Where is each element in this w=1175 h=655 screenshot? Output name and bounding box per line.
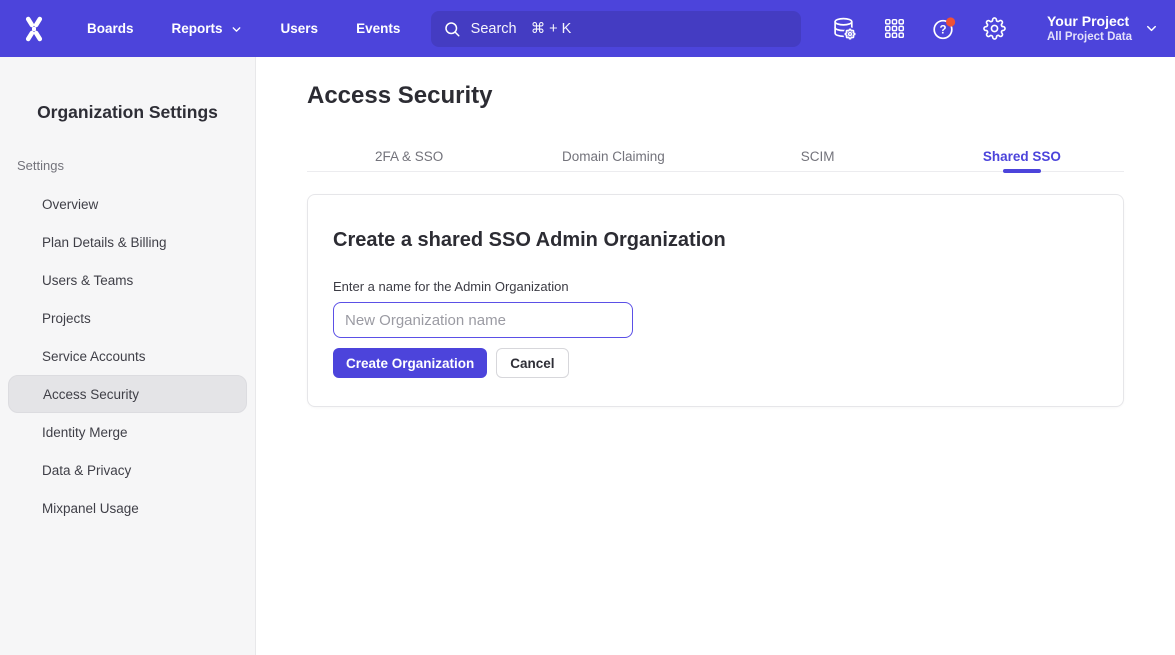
sidebar-item-identity-merge[interactable]: Identity Merge (8, 413, 247, 451)
nav-links: Boards Reports Users Events (87, 21, 400, 36)
sidebar-item-projects[interactable]: Projects (8, 299, 247, 337)
tab-shared-sso[interactable]: Shared SSO (920, 142, 1124, 171)
nav-link-label: Users (281, 21, 319, 36)
svg-text:?: ? (939, 24, 946, 36)
cancel-button[interactable]: Cancel (496, 348, 568, 378)
card-title: Create a shared SSO Admin Organization (333, 227, 1098, 253)
search-input[interactable]: Search ⌘ + K (431, 11, 801, 47)
data-management-button[interactable] (831, 16, 857, 42)
notification-dot (946, 17, 955, 26)
project-text: Your Project All Project Data (1047, 12, 1132, 45)
sidebar-section-label: Settings (17, 158, 255, 174)
help-icon: ? (931, 16, 957, 42)
main-content: Access Security 2FA & SSO Domain Claimin… (256, 57, 1175, 655)
apps-grid-button[interactable] (881, 16, 907, 42)
search-shortcut: ⌘ + K (531, 21, 572, 37)
sidebar-item-data-privacy[interactable]: Data & Privacy (8, 451, 247, 489)
top-nav: Boards Reports Users Events Search ⌘ + K (0, 0, 1175, 57)
search-icon (443, 20, 461, 38)
sidebar-item-users-teams[interactable]: Users & Teams (8, 261, 247, 299)
create-sso-org-card: Create a shared SSO Admin Organization E… (307, 194, 1124, 407)
sidebar-item-mixpanel-usage[interactable]: Mixpanel Usage (8, 489, 247, 527)
tab-domain-claiming[interactable]: Domain Claiming (511, 142, 715, 171)
mixpanel-logo-icon[interactable] (18, 13, 50, 45)
chevron-down-icon (1144, 21, 1159, 36)
settings-gear-icon (983, 17, 1006, 40)
data-management-icon (832, 16, 857, 41)
nav-link-reports[interactable]: Reports (172, 21, 243, 36)
sidebar: Organization Settings Settings Overview … (0, 57, 256, 655)
nav-link-label: Boards (87, 21, 134, 36)
project-subtitle: All Project Data (1047, 30, 1132, 45)
org-name-label: Enter a name for the Admin Organization (333, 279, 1098, 295)
org-name-input[interactable] (333, 302, 633, 338)
sidebar-item-access-security[interactable]: Access Security (8, 375, 247, 413)
sidebar-title: Organization Settings (0, 99, 255, 125)
project-switcher[interactable]: Your Project All Project Data (1047, 12, 1159, 45)
nav-right-icons: ? Your Project All Project Data (831, 12, 1159, 45)
nav-link-label: Events (356, 21, 400, 36)
settings-button[interactable] (981, 16, 1007, 42)
page-title: Access Security (307, 84, 1124, 108)
search-placeholder: Search (471, 21, 517, 37)
tab-scim[interactable]: SCIM (716, 142, 920, 171)
help-button[interactable]: ? (931, 16, 957, 42)
sidebar-item-overview[interactable]: Overview (8, 185, 247, 223)
nav-link-users[interactable]: Users (281, 21, 319, 36)
tab-label: Shared SSO (983, 149, 1061, 164)
sidebar-item-service-accounts[interactable]: Service Accounts (8, 337, 247, 375)
nav-link-boards[interactable]: Boards (87, 21, 134, 36)
chevron-down-icon (230, 23, 243, 36)
project-name: Your Project (1047, 12, 1129, 30)
button-row: Create Organization Cancel (333, 348, 1098, 378)
create-organization-button[interactable]: Create Organization (333, 348, 487, 378)
apps-grid-icon (883, 17, 906, 40)
sidebar-item-plan-details-billing[interactable]: Plan Details & Billing (8, 223, 247, 261)
active-tab-underline (1003, 169, 1041, 173)
tab-bar: 2FA & SSO Domain Claiming SCIM Shared SS… (307, 142, 1124, 172)
nav-link-events[interactable]: Events (356, 21, 400, 36)
nav-link-label: Reports (172, 21, 223, 36)
tab-2fa-sso[interactable]: 2FA & SSO (307, 142, 511, 171)
